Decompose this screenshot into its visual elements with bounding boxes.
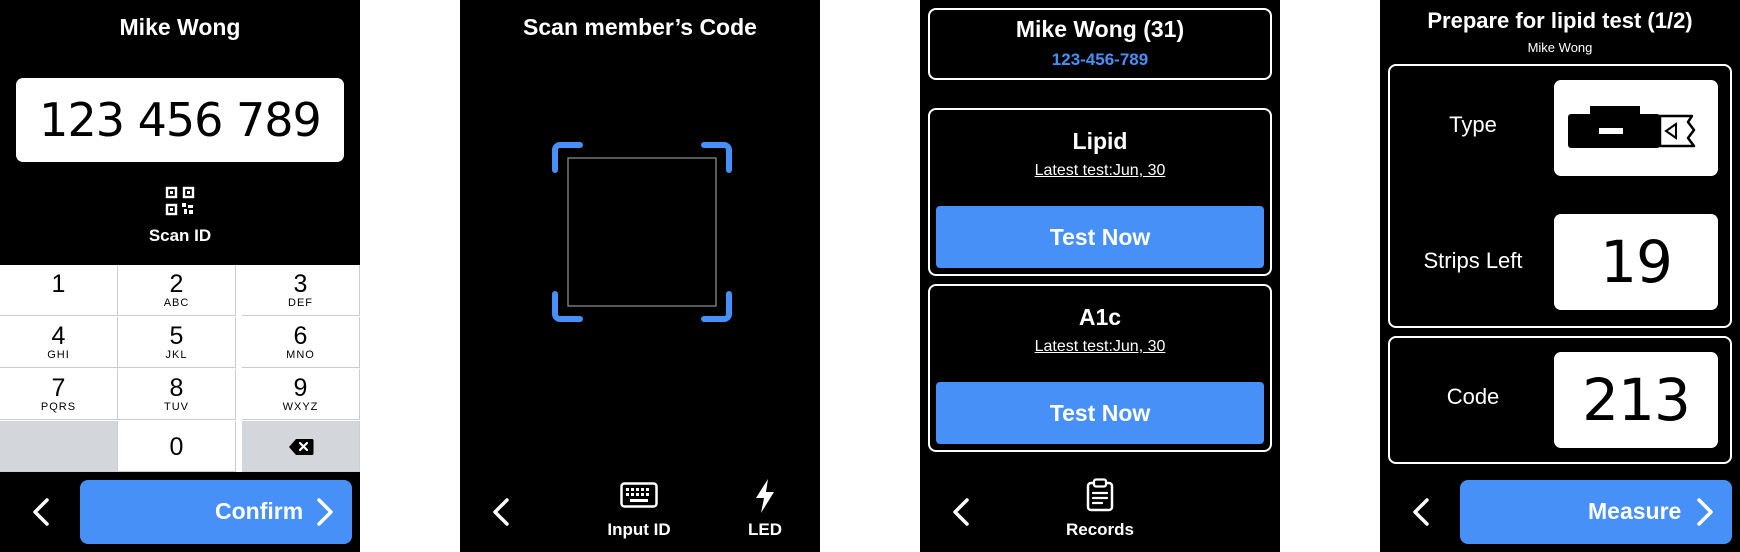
chevron-left-icon: [493, 498, 509, 526]
key-digit: 8: [169, 374, 184, 402]
chevron-right-icon: [317, 498, 333, 526]
key-letters: ABC: [163, 297, 190, 309]
strips-left-label: Strips Left: [1423, 248, 1523, 273]
key-0[interactable]: 0: [118, 421, 236, 472]
key-digit: 3: [293, 270, 308, 298]
key-letters: DEF: [288, 297, 313, 309]
strip-type-tile: [1554, 80, 1718, 176]
records-label: Records: [1065, 520, 1135, 539]
key-digit: 5: [169, 322, 184, 350]
strip-info-card: Type Strips Left 19: [1388, 64, 1732, 328]
key-digit: 2: [169, 270, 184, 298]
led-button[interactable]: LED: [732, 478, 798, 544]
key-digit: 7: [51, 374, 66, 402]
back-button[interactable]: [484, 490, 518, 534]
id-display-field[interactable]: 123 456 789: [16, 78, 344, 162]
key-letters: GHI: [47, 349, 70, 361]
id-entry-screen: Mike Wong 123 456 789 Scan ID 1 2 ABC 3 DE…: [0, 0, 360, 552]
input-id-button[interactable]: Input ID: [596, 478, 682, 544]
key-6[interactable]: 6 MNO: [242, 317, 360, 368]
member-name: Mike Wong (31): [1015, 16, 1185, 42]
test-name: A1c: [1078, 304, 1122, 330]
latest-test-link[interactable]: Latest test:Jun, 30: [930, 162, 1270, 180]
key-digit: 9: [293, 374, 308, 402]
test-card-lipid: Lipid Latest test:Jun, 30 Test Now: [928, 108, 1272, 276]
key-digit: 4: [51, 322, 66, 350]
confirm-label: Confirm: [215, 498, 304, 524]
key-9[interactable]: 9 WXYZ: [242, 369, 360, 420]
scan-title: Scan member’s Code: [523, 14, 757, 40]
key-digit: 0: [169, 433, 184, 461]
strips-left-tile: 19: [1554, 214, 1718, 310]
measure-button[interactable]: Measure: [1460, 480, 1732, 544]
test-name: Lipid: [1072, 128, 1128, 154]
measure-label: Measure: [1588, 498, 1682, 524]
test-strip-icon: [1568, 106, 1696, 148]
input-id-label: Input ID: [607, 520, 671, 539]
scan-viewfinder: [552, 142, 732, 322]
key-8[interactable]: 8 TUV: [118, 369, 236, 420]
key-digit: 6: [293, 322, 308, 350]
prepare-title: Prepare for lipid test (1/2): [1427, 8, 1693, 33]
member-tests-screen: Mike Wong (31) 123-456-789 Lipid Latest …: [920, 0, 1280, 552]
latest-test-link[interactable]: Latest test:Jun, 30: [930, 338, 1270, 356]
key-5[interactable]: 5 JKL: [118, 317, 236, 368]
key-letters: TUV: [164, 401, 189, 413]
key-letters: JKL: [165, 349, 188, 361]
key-blank: [0, 421, 118, 472]
flash-icon: [756, 479, 774, 513]
member-name-title: Mike Wong: [119, 14, 241, 40]
prepare-subtitle: Mike Wong: [1527, 40, 1593, 55]
chevron-left-icon: [33, 498, 49, 526]
test-now-button-a1c[interactable]: Test Now: [936, 382, 1264, 444]
test-now-label: Test Now: [1049, 223, 1151, 250]
key-letters: PQRS: [40, 401, 77, 413]
backspace-icon: [288, 439, 313, 455]
strips-left-value: 19: [1600, 228, 1673, 296]
confirm-button[interactable]: Confirm: [80, 480, 352, 544]
backspace-key[interactable]: [242, 421, 360, 472]
scan-id-button[interactable]: Scan ID: [130, 186, 230, 250]
key-letters: MNO: [286, 349, 315, 361]
records-button[interactable]: Records: [1052, 478, 1148, 544]
key-letters: WXYZ: [282, 401, 319, 413]
code-label: Code: [1446, 384, 1500, 409]
numeric-keypad: 1 2 ABC 3 DEF 4 GHI 5 JKL 6 MNO 7 PQRS 8 TUV 9W…: [0, 265, 360, 472]
chevron-left-icon: [1413, 498, 1429, 526]
scan-id-label: Scan ID: [148, 226, 212, 245]
back-button[interactable]: [944, 490, 978, 534]
code-card: Code 213: [1388, 336, 1732, 464]
qr-code-icon: [165, 186, 195, 216]
key-7[interactable]: 7 PQRS: [0, 369, 118, 420]
chevron-right-icon: [1697, 498, 1713, 526]
led-label: LED: [748, 520, 782, 539]
back-button[interactable]: [1404, 490, 1438, 534]
key-4[interactable]: 4 GHI: [0, 317, 118, 368]
id-display-value: 123 456 789: [39, 93, 322, 147]
key-digit: 1: [51, 270, 66, 298]
chevron-left-icon: [953, 498, 969, 526]
keyboard-icon: [620, 482, 658, 508]
back-button[interactable]: [24, 490, 58, 534]
test-now-label: Test Now: [1049, 399, 1151, 426]
key-1[interactable]: 1: [0, 265, 118, 316]
type-label: Type: [1449, 112, 1497, 137]
scan-code-screen: Scan member’s Code Input ID LED: [460, 0, 820, 552]
test-now-button-lipid[interactable]: Test Now: [936, 206, 1264, 268]
code-value: 213: [1582, 366, 1691, 434]
prepare-test-screen: Prepare for lipid test (1/2) Mike Wong T…: [1380, 0, 1740, 552]
clipboard-icon: [1086, 478, 1114, 512]
key-2[interactable]: 2 ABC: [118, 265, 236, 316]
member-id: 123-456-789: [1051, 50, 1149, 69]
test-card-a1c: A1c Latest test:Jun, 30 Test Now: [928, 284, 1272, 452]
code-tile: 213: [1554, 352, 1718, 448]
member-card: Mike Wong (31) 123-456-789: [928, 8, 1272, 80]
key-3[interactable]: 3 DEF: [242, 265, 360, 316]
